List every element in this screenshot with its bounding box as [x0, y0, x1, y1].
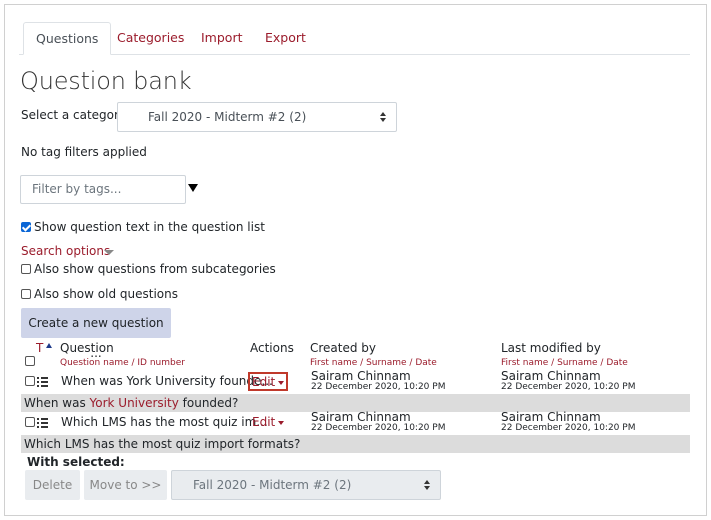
question-name[interactable]: When was York University founde...: [61, 374, 273, 388]
create-question-button[interactable]: Create a new question ...: [21, 308, 171, 360]
category-select[interactable]: Fall 2020 - Midterm #2 (2): [117, 102, 397, 132]
question-type-icon: [37, 418, 48, 428]
delete-button[interactable]: Delete: [25, 470, 80, 500]
sort-type-link[interactable]: T: [36, 341, 43, 355]
category-label: Select a category:: [21, 108, 130, 122]
question-text-part: When was: [24, 396, 90, 410]
tag-filter-placeholder: Filter by tags...: [32, 182, 122, 196]
sort-modified-link[interactable]: First name / Surname / Date: [501, 358, 628, 368]
select-caret-icon: [380, 112, 386, 122]
old-questions-checkbox[interactable]: [21, 289, 31, 299]
question-text-row: Which LMS has the most quiz import forma…: [21, 435, 690, 453]
tag-dropdown-icon[interactable]: [188, 184, 198, 192]
question-type-icon: [37, 377, 48, 387]
modified-by-name: Sairam Chinnam: [501, 410, 601, 424]
tab-questions[interactable]: Questions: [23, 22, 112, 55]
created-by-name: Sairam Chinnam: [311, 369, 411, 383]
row-checkbox[interactable]: [25, 376, 35, 386]
question-text-part: founded?: [178, 396, 239, 410]
subcategories-label: Also show questions from subcategories: [34, 262, 276, 276]
tag-filter-status: No tag filters applied: [21, 145, 147, 159]
move-to-button[interactable]: Move to >>: [84, 470, 167, 500]
move-target-select[interactable]: Fall 2020 - Midterm #2 (2): [171, 470, 441, 500]
search-options-toggle[interactable]: Search options: [21, 244, 110, 258]
created-by-name: Sairam Chinnam: [311, 410, 411, 424]
col-modified-header: Last modified by: [501, 341, 601, 355]
subcategories-checkbox[interactable]: [21, 264, 31, 274]
sort-created-link[interactable]: First name / Surname / Date: [310, 358, 437, 368]
search-options-label: Search options: [21, 244, 111, 258]
tab-import[interactable]: Import: [189, 22, 255, 55]
modified-date: 22 December 2020, 10:20 PM: [501, 382, 636, 392]
page-title: Question bank: [20, 67, 192, 95]
created-date: 22 December 2020, 10:20 PM: [311, 382, 446, 392]
edit-menu-button[interactable]: Edit: [252, 375, 275, 389]
edit-caret-icon[interactable]: [278, 381, 284, 385]
category-selected-value: Fall 2020 - Midterm #2 (2): [148, 110, 307, 124]
old-questions-label: Also show old questions: [34, 287, 178, 301]
col-question-header: Question: [60, 341, 114, 355]
edit-menu-button[interactable]: Edit: [252, 415, 275, 429]
row-checkbox[interactable]: [25, 417, 35, 427]
question-name[interactable]: Which LMS has the most quiz im...: [61, 415, 268, 429]
question-text-link[interactable]: York University: [90, 396, 179, 410]
col-created-header: Created by: [310, 341, 377, 355]
question-text-full: Which LMS has the most quiz import forma…: [24, 437, 301, 451]
col-actions-header: Actions: [250, 341, 294, 355]
tag-filter-input[interactable]: Filter by tags...: [20, 175, 186, 204]
tab-export[interactable]: Export: [253, 22, 318, 55]
tab-bar: Questions Categories Import Export: [19, 22, 690, 55]
show-question-text-label: Show question text in the question list: [34, 220, 265, 234]
modified-by-name: Sairam Chinnam: [501, 369, 601, 383]
select-all-checkbox[interactable]: [25, 356, 35, 366]
created-date: 22 December 2020, 10:20 PM: [311, 423, 446, 433]
search-options-caret-icon[interactable]: [104, 250, 114, 255]
modified-date: 22 December 2020, 10:20 PM: [501, 423, 636, 433]
with-selected-label: With selected:: [27, 455, 125, 469]
sort-question-name-link[interactable]: Question name / ID number: [60, 358, 185, 368]
move-target-value: Fall 2020 - Midterm #2 (2): [193, 478, 352, 492]
edit-caret-icon[interactable]: [278, 421, 284, 425]
select-caret-icon: [424, 480, 430, 490]
tab-categories[interactable]: Categories: [105, 22, 196, 55]
sort-ascending-icon: [46, 343, 52, 348]
show-question-text-checkbox[interactable]: [21, 222, 31, 232]
